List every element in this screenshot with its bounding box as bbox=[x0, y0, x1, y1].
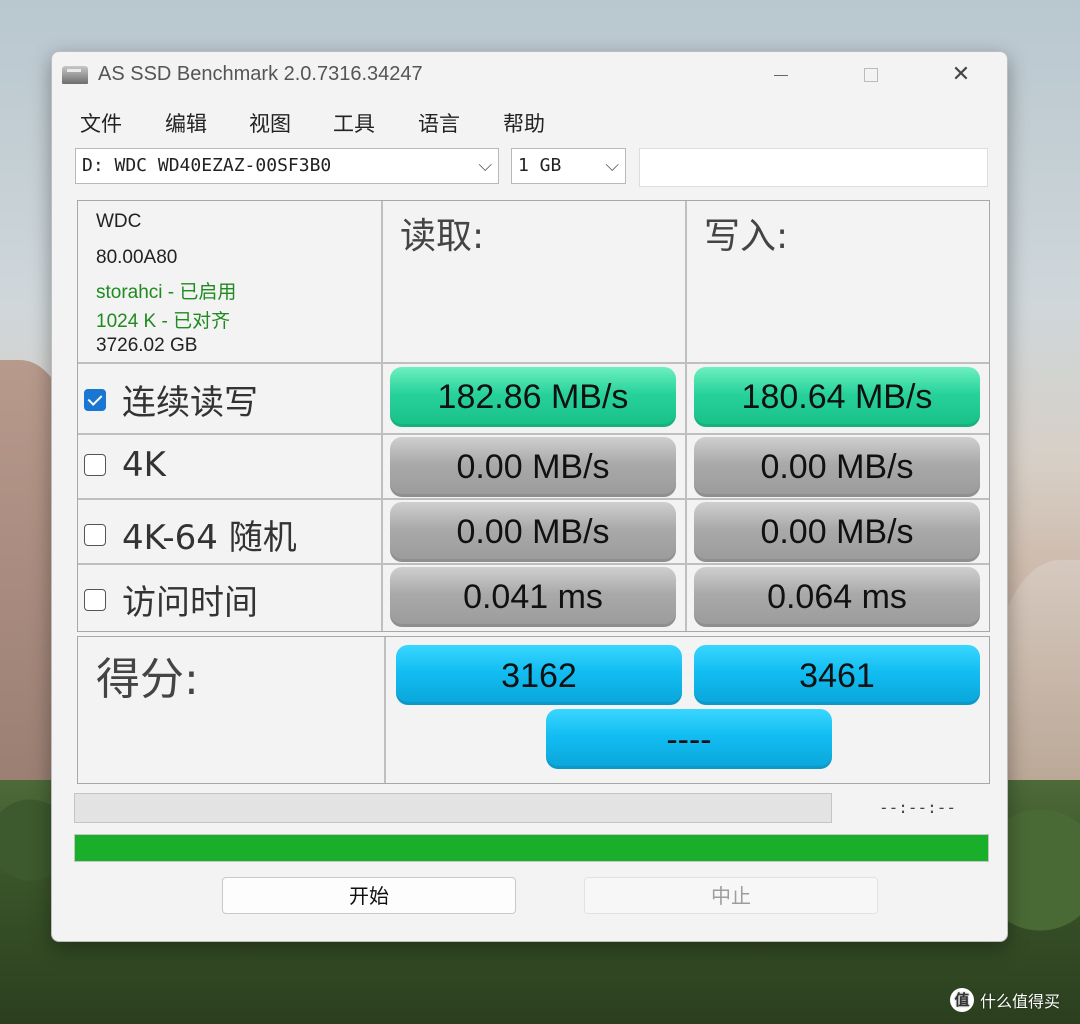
seq-test-toggle[interactable]: 连续读写 bbox=[84, 375, 258, 424]
grid-divider bbox=[78, 362, 989, 364]
menu-help[interactable]: 帮助 bbox=[503, 108, 545, 138]
score-label: 得分: bbox=[96, 654, 199, 705]
title-bar[interactable]: AS SSD Benchmark 2.0.7316.34247 ✕ bbox=[52, 52, 1007, 98]
drive-firmware: 80.00A80 bbox=[96, 247, 178, 268]
menu-bar: 文件 编辑 视图 工具 语言 帮助 bbox=[52, 108, 1007, 140]
watermark: 值 什么值得买 bbox=[950, 986, 1060, 1014]
seq-read-result: 182.86 MB/s bbox=[390, 367, 676, 427]
grid-divider bbox=[78, 433, 989, 435]
drive-select-value: D: WDC WD40EZAZ-00SF3B0 bbox=[82, 155, 332, 176]
4k64-checkbox[interactable] bbox=[84, 523, 106, 546]
window-title: AS SSD Benchmark 2.0.7316.34247 bbox=[98, 63, 423, 85]
access-time-checkbox[interactable] bbox=[84, 588, 106, 611]
total-progress-bar bbox=[74, 834, 989, 862]
access-read-result: 0.041 ms bbox=[390, 567, 676, 627]
grid-divider bbox=[78, 498, 989, 500]
results-grid: WDC 80.00A80 storahci - 已启用 1024 K - 已对齐… bbox=[77, 200, 990, 632]
4k-write-result: 0.00 MB/s bbox=[694, 437, 980, 497]
drive-capacity: 3726.02 GB bbox=[96, 335, 198, 356]
drive-icon bbox=[62, 66, 88, 84]
drive-model: WDC bbox=[96, 211, 142, 232]
menu-tools[interactable]: 工具 bbox=[333, 108, 375, 138]
seq-label: 连续读写 bbox=[122, 383, 258, 423]
close-icon: ✕ bbox=[951, 62, 971, 87]
chevron-down-icon: ⌵ bbox=[605, 155, 619, 176]
read-score: 3162 bbox=[396, 645, 682, 705]
4k64-write-result: 0.00 MB/s bbox=[694, 502, 980, 562]
grid-divider bbox=[384, 637, 386, 783]
driver-status: storahci - 已启用 bbox=[96, 282, 237, 303]
menu-edit[interactable]: 编辑 bbox=[165, 108, 207, 138]
4k-read-result: 0.00 MB/s bbox=[390, 437, 676, 497]
write-score: 3461 bbox=[694, 645, 980, 705]
4k-test-toggle[interactable]: 4K bbox=[84, 445, 166, 485]
start-button[interactable]: 开始 bbox=[222, 877, 516, 914]
access-time-label: 访问时间 bbox=[122, 583, 258, 623]
maximize-icon bbox=[864, 68, 878, 82]
total-score: ---- bbox=[546, 709, 832, 769]
score-panel: 得分: 3162 3461 ---- bbox=[77, 636, 990, 784]
4k-label: 4K bbox=[122, 445, 166, 485]
read-column-header: 读取: bbox=[400, 216, 485, 257]
watermark-logo: 值 bbox=[950, 988, 974, 1012]
chevron-down-icon: ⌵ bbox=[478, 155, 492, 176]
menu-view[interactable]: 视图 bbox=[249, 108, 291, 138]
watermark-text: 什么值得买 bbox=[980, 992, 1061, 1011]
minimize-button[interactable] bbox=[758, 58, 804, 92]
grid-divider bbox=[381, 201, 383, 631]
seq-write-result: 180.64 MB/s bbox=[694, 367, 980, 427]
drive-select[interactable]: D: WDC WD40EZAZ-00SF3B0 ⌵ bbox=[75, 148, 499, 184]
menu-language[interactable]: 语言 bbox=[418, 108, 460, 138]
size-select-value: 1 GB bbox=[518, 155, 562, 176]
elapsed-time: --:--:-- bbox=[879, 798, 957, 817]
alignment-status: 1024 K - 已对齐 bbox=[96, 311, 231, 332]
minimize-icon bbox=[774, 75, 788, 76]
4k64-read-result: 0.00 MB/s bbox=[390, 502, 676, 562]
seq-checkbox[interactable] bbox=[84, 388, 106, 411]
grid-divider bbox=[78, 563, 989, 565]
close-button[interactable]: ✕ bbox=[938, 58, 984, 92]
access-write-result: 0.064 ms bbox=[694, 567, 980, 627]
test-progress-bar bbox=[74, 793, 832, 823]
4k64-test-toggle[interactable]: 4K-64 随机 bbox=[84, 510, 297, 559]
write-column-header: 写入: bbox=[704, 216, 789, 257]
app-window: AS SSD Benchmark 2.0.7316.34247 ✕ 文件 编辑 … bbox=[51, 51, 1008, 942]
drive-info-field[interactable] bbox=[639, 148, 988, 187]
maximize-button[interactable] bbox=[848, 58, 894, 92]
access-time-toggle[interactable]: 访问时间 bbox=[84, 575, 258, 624]
4k64-label: 4K-64 随机 bbox=[122, 518, 297, 558]
menu-file[interactable]: 文件 bbox=[80, 108, 122, 138]
total-progress-fill bbox=[75, 835, 988, 861]
size-select[interactable]: 1 GB ⌵ bbox=[511, 148, 626, 184]
4k-checkbox[interactable] bbox=[84, 454, 106, 476]
stop-button[interactable]: 中止 bbox=[584, 877, 878, 914]
grid-divider bbox=[685, 201, 687, 631]
